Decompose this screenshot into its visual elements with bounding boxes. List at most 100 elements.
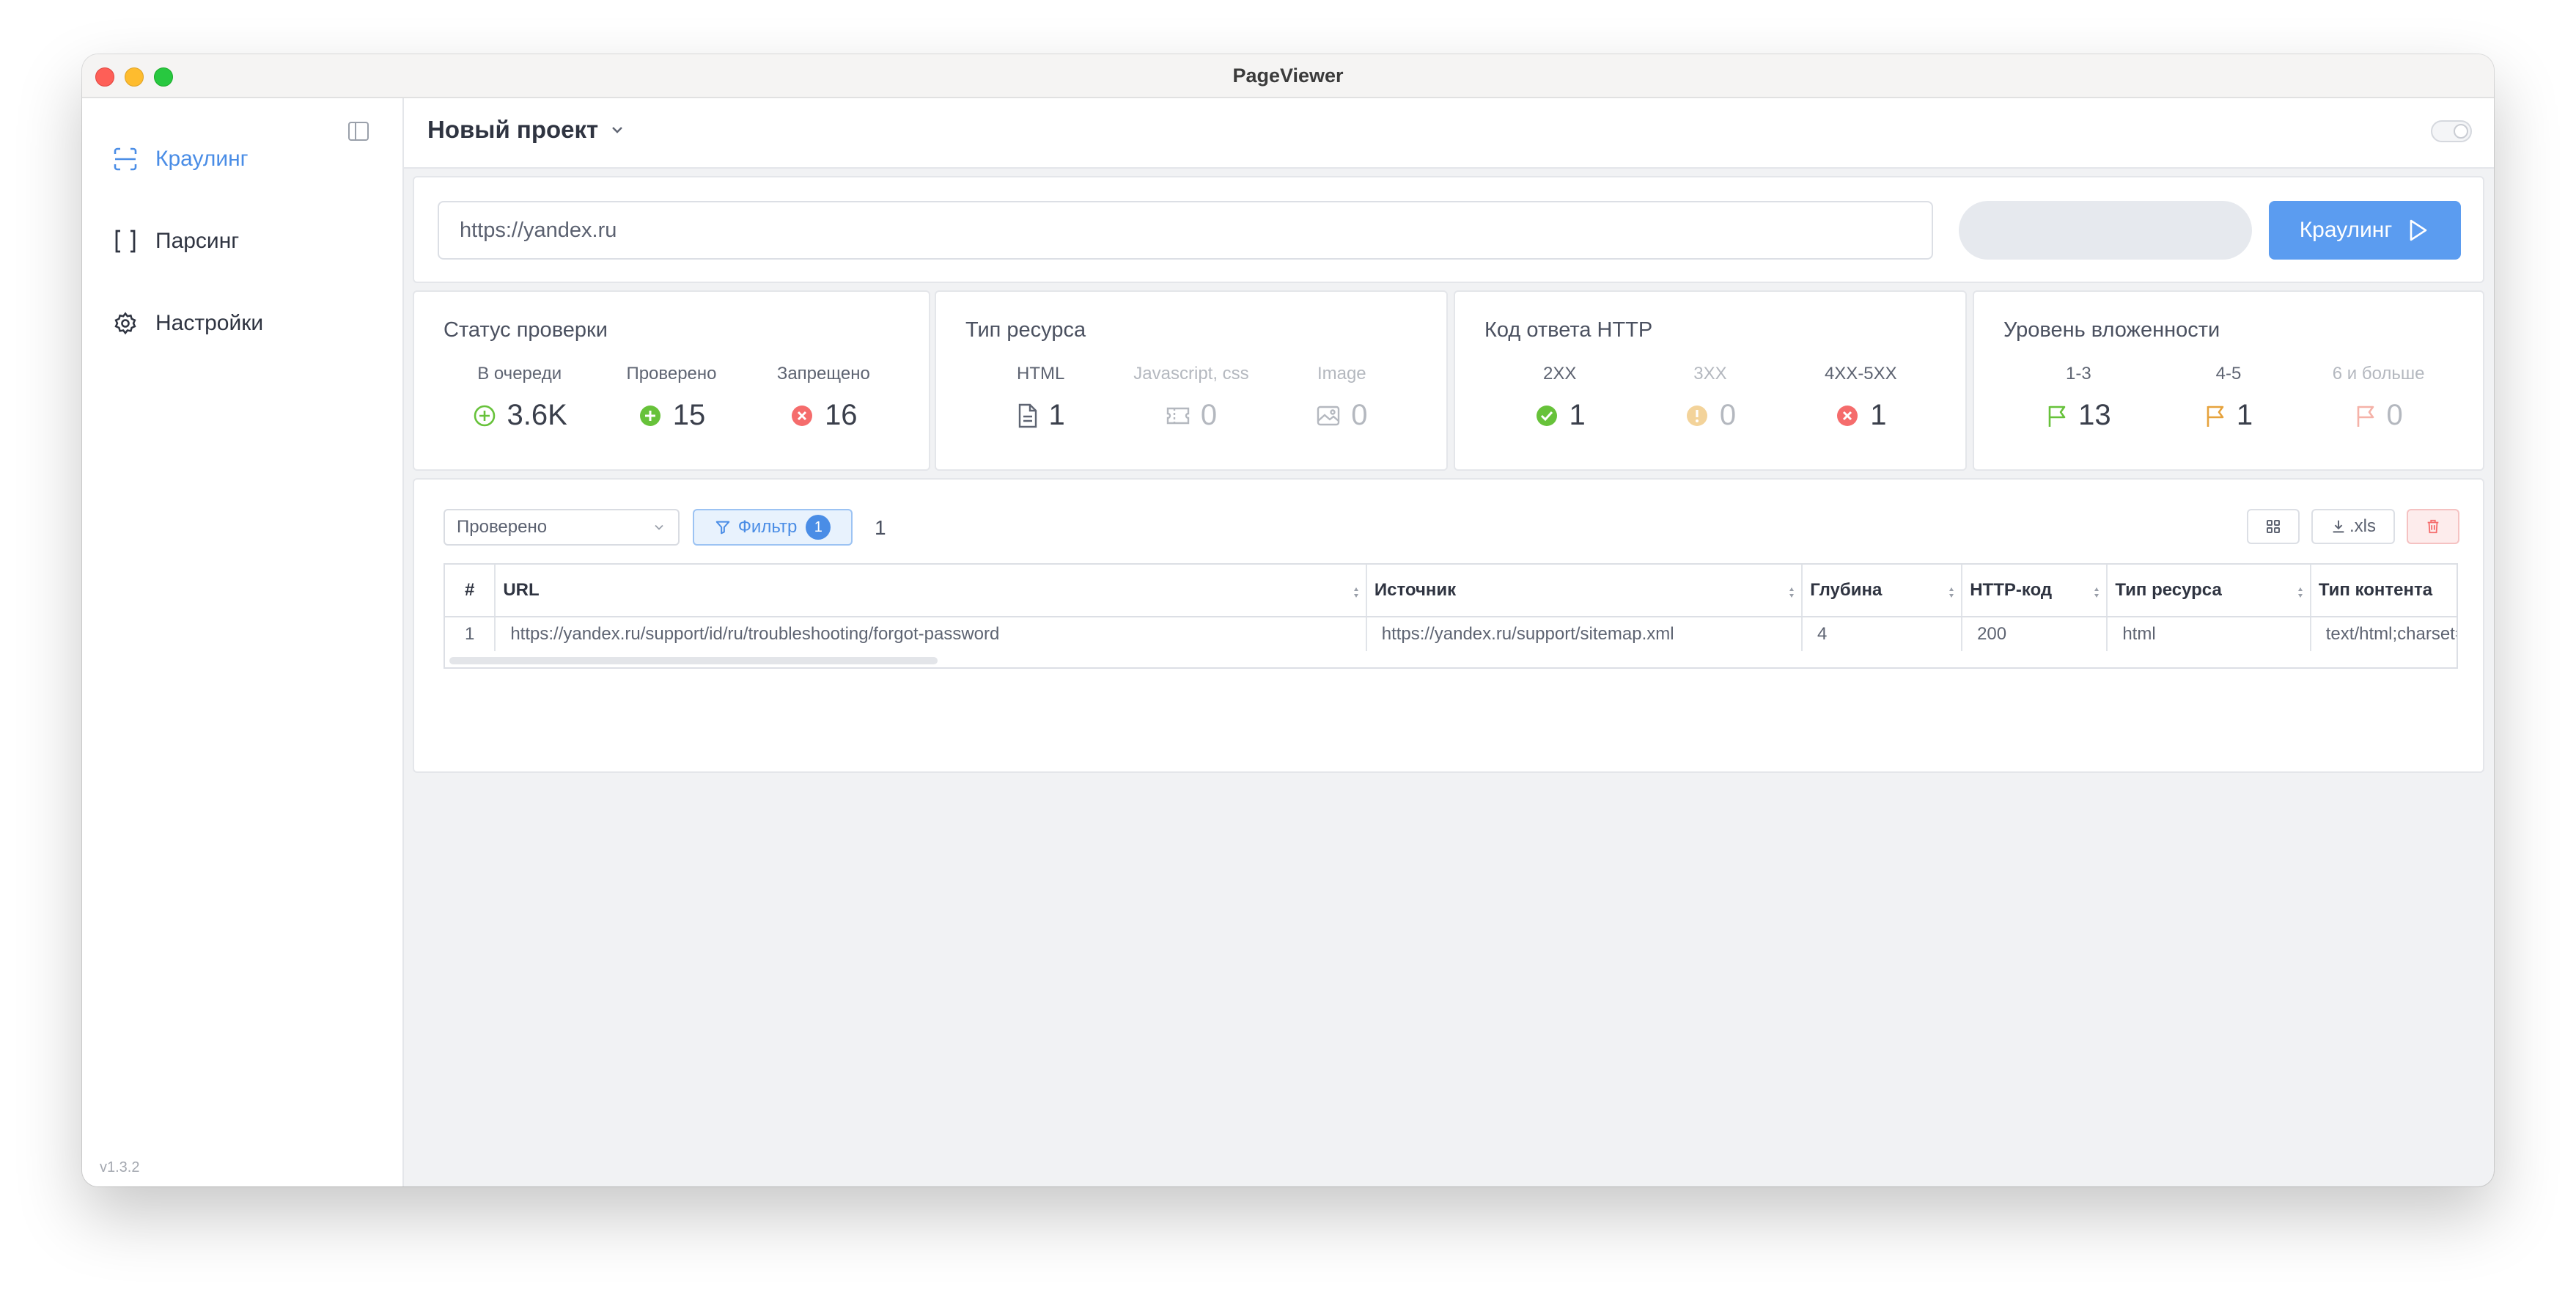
stat-html: HTML 1 [968,364,1114,432]
sidebar: Краулинг Парсинг Настройки v1.3.2 [82,98,404,1186]
image-icon [1316,405,1341,427]
sidebar-item-parsing[interactable]: Парсинг [111,223,239,260]
results-panel: Проверено Фильтр 1 1 .xls # URL Источник… [413,478,2484,773]
export-xls-button[interactable]: .xls [2311,509,2395,544]
stat-2xx: 2XX 1 [1487,364,1633,432]
crawl-panel: Краулинг [413,176,2484,283]
url-input[interactable] [438,201,1933,260]
grid-icon [2267,520,2280,533]
stat-label: HTML [1016,364,1065,384]
title-bar: PageViewer [82,54,2494,98]
stat-label: 2XX [1542,364,1577,384]
cell-source: https://yandex.ru/support/sitemap.xml [1367,617,1803,651]
ticket-icon [1166,405,1191,427]
play-icon [2410,219,2427,241]
stat-value: 1 [1870,399,1887,431]
stat-js-css: Javascript, css 0 [1118,364,1265,432]
column-header-http-code[interactable]: HTTP-код [1962,565,2108,616]
resource-type-card: Тип ресурса HTML 1 Javascript, css 0 Ima… [935,290,1448,471]
stat-value: 0 [1719,399,1737,431]
trash-icon [2427,519,2439,534]
stat-label: 6 и больше [2332,364,2425,384]
sort-icon[interactable] [1948,584,1955,604]
column-header-depth[interactable]: Глубина [1803,565,1963,616]
scan-icon [111,145,139,173]
table-header-row: # URL Источник Глубина HTTP-код Тип ресу… [445,565,2457,617]
column-header-source[interactable]: Источник [1367,565,1803,616]
status-select[interactable]: Проверено [444,509,680,546]
document-icon [1017,403,1039,428]
stat-queued: В очереди 3.6K [446,364,593,432]
cell-url: https://yandex.ru/support/id/ru/troubles… [496,617,1367,651]
filter-button[interactable]: Фильтр 1 [693,509,853,546]
column-header-resource-type[interactable]: Тип ресурса [2108,565,2311,616]
sort-icon[interactable] [2093,584,2100,604]
stat-depth-4-5: 4-5 1 [2155,364,2302,432]
filter-icon [715,519,731,535]
stat-value: 1 [1048,399,1065,431]
plus-circle-icon [472,403,497,428]
sidebar-item-label: Настройки [155,311,264,335]
result-count: 1 [875,516,886,539]
cell-resource-type: html [2108,617,2311,651]
stat-value: 0 [2386,399,2403,431]
filter-count-badge: 1 [806,515,831,540]
export-xls-label: .xls [2349,516,2376,536]
sidebar-item-crawling[interactable]: Краулинг [111,141,249,177]
stat-value: 13 [2078,399,2111,431]
stat-checked: Проверено 15 [598,364,745,432]
flag-icon [2355,403,2377,428]
progress-pill [1959,201,2252,260]
stat-value: 1 [2236,399,2253,431]
project-selector[interactable]: Новый проект [427,116,626,144]
status-card: Статус проверки В очереди 3.6K Проверено… [413,290,930,471]
column-header-index: # [445,565,496,616]
sidebar-item-settings[interactable]: Настройки [111,305,263,342]
crawl-button-label: Краулинг [2299,218,2393,242]
stat-label: В очереди [477,364,562,384]
stat-depth-6-plus: 6 и больше 0 [2305,364,2452,432]
stat-label: 3XX [1693,364,1727,384]
status-card-title: Статус проверки [444,318,608,342]
cell-depth: 4 [1803,617,1963,651]
stat-value: 16 [825,399,858,431]
sort-icon[interactable] [2297,584,2304,604]
stat-value: 15 [672,399,706,431]
app-version: v1.3.2 [100,1159,140,1175]
columns-button[interactable] [2247,509,2300,544]
delete-button[interactable] [2407,509,2459,544]
chevron-down-icon [612,127,623,133]
close-filled-icon [790,403,814,428]
app-window: PageViewer Краулинг Парсинг Настройки v1… [82,54,2494,1186]
sidebar-item-label: Парсинг [155,229,240,253]
main-area: Новый проект Краулинг Статус проверки В … [404,98,2494,1186]
status-select-value: Проверено [457,517,548,537]
column-header-url[interactable]: URL [496,565,1367,616]
stat-label: Проверено [626,364,717,384]
stat-forbidden: Запрещено 16 [750,364,897,432]
stat-label: Javascript, css [1133,364,1249,384]
column-header-content-type[interactable]: Тип контента [2311,565,2457,616]
download-icon [2333,520,2344,533]
flag-icon [2204,403,2226,428]
resource-card-title: Тип ресурса [965,318,1086,342]
stat-value: 0 [1200,399,1218,431]
stat-label: Image [1317,364,1366,384]
cell-index: 1 [445,617,496,651]
project-header: Новый проект [404,98,2494,169]
start-crawl-button[interactable]: Краулинг [2269,201,2461,260]
column-header-label: Глубина [1810,580,1883,600]
stat-label: 4XX-5XX [1824,364,1897,384]
stat-3xx: 3XX 0 [1637,364,1784,432]
theme-toggle[interactable] [2431,120,2472,142]
plus-filled-icon [638,403,663,428]
horizontal-scrollbar[interactable] [449,657,938,664]
sidebar-toggle-icon[interactable] [347,120,369,142]
sort-icon[interactable] [1788,584,1795,604]
check-filled-icon [1534,403,1559,428]
brackets-icon [111,227,139,255]
column-header-label: URL [503,580,540,600]
depth-card-title: Уровень вложенности [2003,318,2220,342]
table-row[interactable]: 1 https://yandex.ru/support/id/ru/troubl… [445,617,2457,651]
sort-icon[interactable] [1353,584,1360,604]
